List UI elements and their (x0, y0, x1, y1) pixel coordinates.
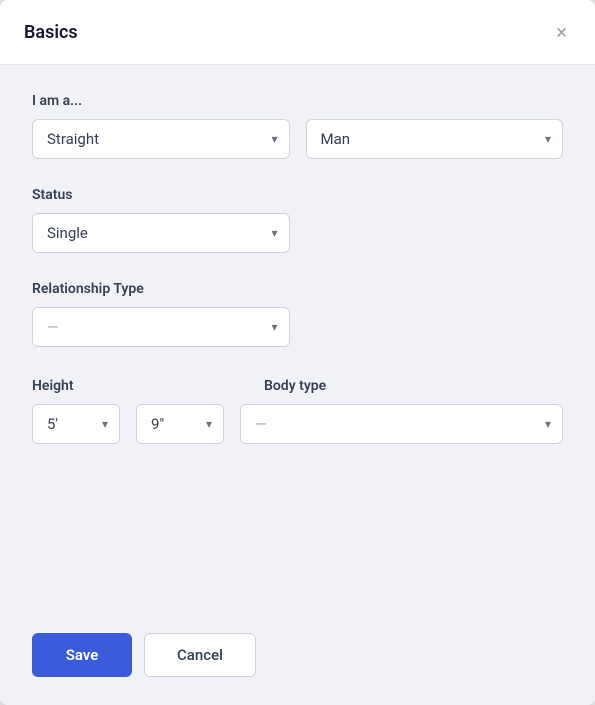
save-button[interactable]: Save (32, 633, 132, 677)
height-bodytype-labels-row: Height Body type (32, 375, 563, 394)
modal-header: Basics × (0, 0, 595, 65)
iam-section: I am a... Straight Gay Bisexual Asexual … (32, 93, 563, 159)
status-wrapper: Single In a relationship Married Divorce… (32, 213, 290, 253)
body-type-wrapper: — Slim Athletic Average Curvy Heavy-set … (240, 404, 563, 444)
relationship-type-section: Relationship Type — Monogamous Non-monog… (32, 281, 563, 347)
gender-wrapper: Man Woman Non-binary Other ▾ (306, 119, 564, 159)
relationship-type-wrapper: — Monogamous Non-monogamous Open Other ▾ (32, 307, 290, 347)
body-type-select[interactable]: — Slim Athletic Average Curvy Heavy-set (240, 404, 563, 444)
height-feet-wrapper: 4' 5' 6' 7' ▾ (32, 404, 120, 444)
iam-row: Straight Gay Bisexual Asexual Other ▾ Ma… (32, 119, 563, 159)
height-bodytype-row: 4' 5' 6' 7' ▾ 0" 1" 2" 3" 4" 5" (32, 404, 563, 444)
height-inches-wrapper: 0" 1" 2" 3" 4" 5" 6" 7" 8" 9" 10" 11" ▾ (136, 404, 224, 444)
modal-footer: Save Cancel (0, 617, 595, 705)
relationship-type-select[interactable]: — Monogamous Non-monogamous Open Other (32, 307, 290, 347)
height-inches-select[interactable]: 0" 1" 2" 3" 4" 5" 6" 7" 8" 9" 10" 11" (136, 404, 224, 444)
iam-label: I am a... (32, 93, 563, 109)
body-type-label: Body type (264, 378, 326, 394)
height-feet-select[interactable]: 4' 5' 6' 7' (32, 404, 120, 444)
height-label: Height (32, 378, 74, 394)
cancel-button[interactable]: Cancel (144, 633, 256, 677)
orientation-select[interactable]: Straight Gay Bisexual Asexual Other (32, 119, 290, 159)
modal: Basics × I am a... Straight Gay Bisexual… (0, 0, 595, 705)
modal-title: Basics (24, 22, 78, 43)
height-bodytype-section: Height Body type 4' 5' 6' 7' ▾ (32, 375, 563, 444)
close-button[interactable]: × (552, 18, 571, 46)
close-icon: × (556, 22, 567, 42)
gender-select[interactable]: Man Woman Non-binary Other (306, 119, 564, 159)
orientation-wrapper: Straight Gay Bisexual Asexual Other ▾ (32, 119, 290, 159)
modal-body: I am a... Straight Gay Bisexual Asexual … (0, 65, 595, 617)
relationship-type-row: — Monogamous Non-monogamous Open Other ▾ (32, 307, 563, 347)
relationship-type-label: Relationship Type (32, 281, 563, 297)
status-row: Single In a relationship Married Divorce… (32, 213, 563, 253)
status-label: Status (32, 187, 563, 203)
status-select[interactable]: Single In a relationship Married Divorce… (32, 213, 290, 253)
status-section: Status Single In a relationship Married … (32, 187, 563, 253)
